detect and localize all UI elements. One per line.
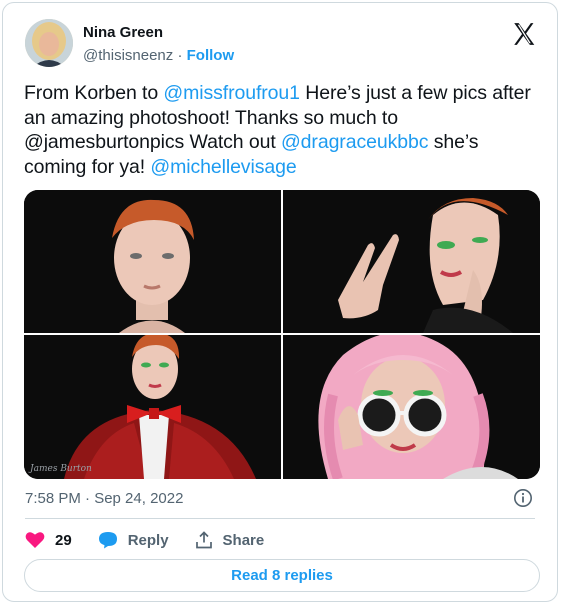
separator-dot: · <box>177 47 183 64</box>
author-name[interactable]: Nina Green <box>83 24 163 41</box>
share-label: Share <box>222 531 265 549</box>
reply-label: Reply <box>127 531 169 549</box>
author-handle[interactable]: @thisisneenz <box>83 47 173 64</box>
photo-red-sequin-jacket[interactable]: James Burton <box>24 335 281 479</box>
text-segment: From Korben to <box>24 82 164 104</box>
action-bar: 29 Reply Share <box>25 528 290 552</box>
reply-button[interactable]: Reply <box>98 531 169 549</box>
share-button[interactable]: Share <box>195 531 265 549</box>
read-replies-button[interactable]: Read 8 replies <box>24 559 540 592</box>
like-button[interactable]: 29 <box>25 531 72 549</box>
avatar[interactable] <box>25 19 73 67</box>
tweet-text: From Korben to @missfroufrou1 Here’s jus… <box>24 81 536 179</box>
media-grid: James Burton <box>24 190 540 479</box>
heart-icon <box>25 532 45 548</box>
photo-portrait-redhead[interactable] <box>24 190 281 333</box>
tweet-timestamp[interactable]: 7:58 PM · Sep 24, 2022 <box>25 490 183 507</box>
divider <box>25 518 535 519</box>
mention-link[interactable]: @missfroufrou1 <box>163 82 300 104</box>
photo-makeup-hand-pose[interactable] <box>283 190 540 333</box>
mention-link[interactable]: @dragraceukbbc <box>281 131 429 153</box>
share-icon <box>195 531 212 549</box>
mention-link[interactable]: @michellevisage <box>150 156 296 178</box>
info-icon[interactable] <box>513 488 533 508</box>
avatar-image <box>25 19 73 67</box>
photographer-watermark: James Burton <box>30 464 92 474</box>
like-count: 29 <box>55 531 72 549</box>
author-handle-row: @thisisneenz · Follow <box>83 47 234 64</box>
photo-pink-wig-sunglasses[interactable] <box>283 335 540 479</box>
follow-button[interactable]: Follow <box>187 47 235 64</box>
tweet-card: Nina Green @thisisneenz · Follow From Ko… <box>2 2 558 602</box>
x-logo-icon[interactable] <box>511 21 537 47</box>
reply-bubble-icon <box>98 532 117 549</box>
